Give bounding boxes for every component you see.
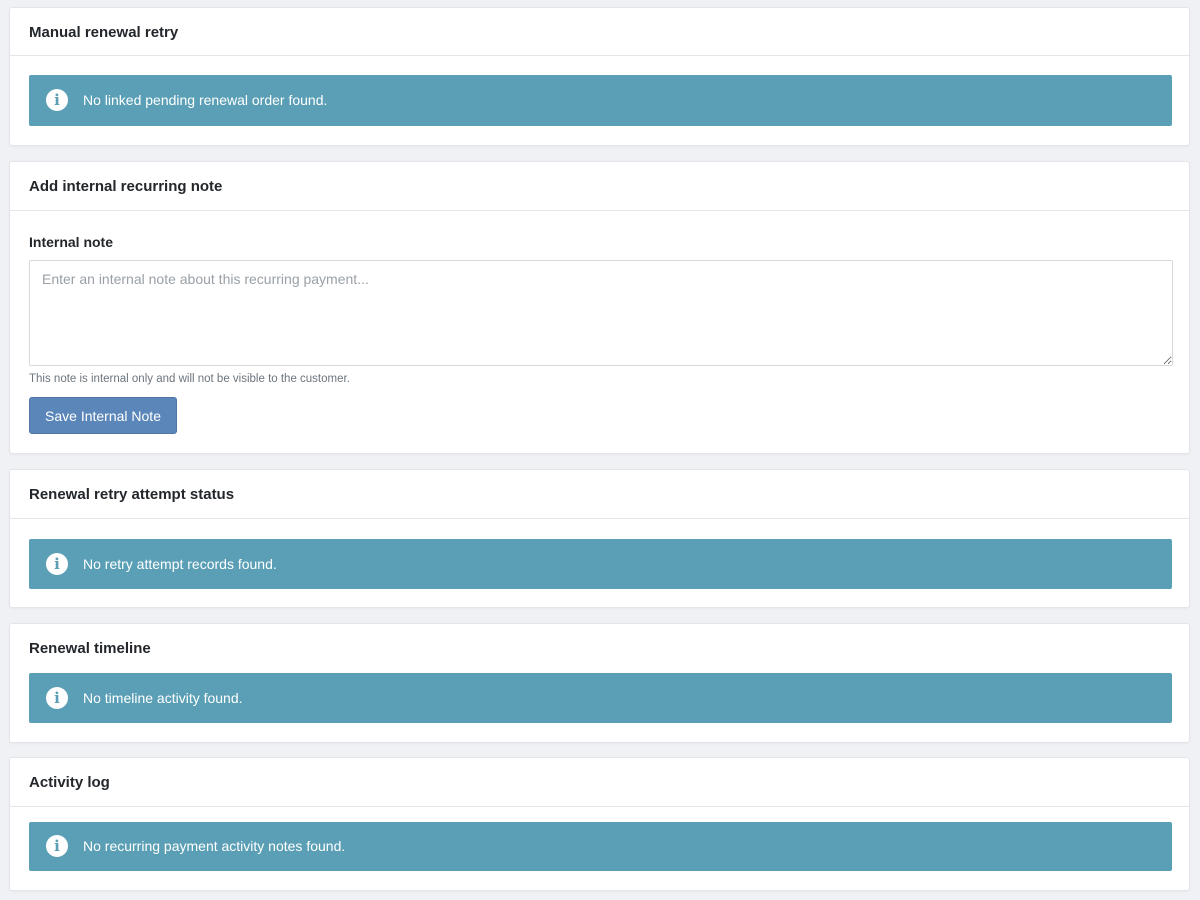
alert-message: No linked pending renewal order found.: [83, 92, 328, 108]
retry-attempt-status-card: Renewal retry attempt status i No retry …: [9, 469, 1190, 608]
card-title: Activity log: [29, 774, 110, 791]
card-title: Manual renewal retry: [29, 24, 179, 41]
card-header: Activity log: [10, 758, 1189, 807]
card-title: Add internal recurring note: [29, 178, 223, 195]
renewal-timeline-card: Renewal timeline i No timeline activity …: [9, 623, 1190, 743]
help-text: This note is internal only and will not …: [29, 373, 350, 385]
manual-renewal-retry-card: Manual renewal retry i No linked pending…: [9, 7, 1190, 146]
activity-log-card: Activity log i No recurring payment acti…: [9, 757, 1190, 891]
internal-note-card: Add internal recurring note Internal not…: [9, 161, 1190, 454]
card-header: Renewal retry attempt status: [10, 470, 1189, 519]
card-title: Renewal timeline: [29, 640, 151, 657]
info-circle-icon: i: [46, 89, 68, 111]
alert-message: No timeline activity found.: [83, 690, 243, 706]
alert-message: No recurring payment activity notes foun…: [83, 838, 346, 854]
card-header: Add internal recurring note: [10, 162, 1189, 211]
info-circle-icon: i: [46, 835, 68, 857]
internal-note-label: Internal note: [29, 234, 114, 250]
info-alert: i No retry attempt records found.: [29, 539, 1172, 589]
info-circle-icon: i: [46, 553, 68, 575]
alert-message: No retry attempt records found.: [83, 556, 277, 572]
info-circle-icon: i: [46, 687, 68, 709]
info-alert: i No linked pending renewal order found.: [29, 75, 1172, 126]
card-title: Renewal retry attempt status: [29, 486, 235, 503]
internal-note-textarea[interactable]: [29, 260, 1173, 366]
info-alert: i No recurring payment activity notes fo…: [29, 822, 1172, 871]
info-alert: i No timeline activity found.: [29, 673, 1172, 723]
save-internal-note-button[interactable]: Save Internal Note: [29, 397, 177, 434]
card-header: Manual renewal retry: [10, 8, 1189, 56]
